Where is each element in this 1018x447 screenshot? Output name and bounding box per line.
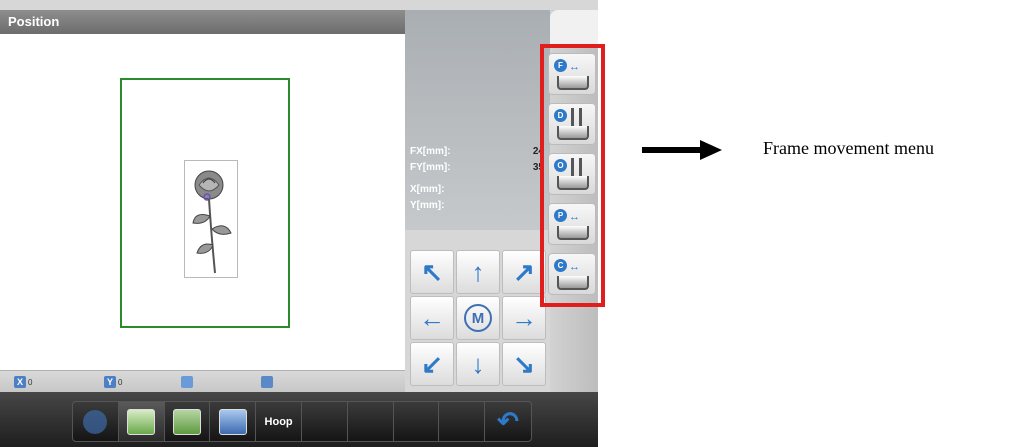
arrow-up-icon: ↑ (471, 256, 485, 287)
y-offset-value: 0 (118, 377, 123, 387)
frame-movement-highlight (540, 44, 605, 307)
arrow-down-icon: ↓ (471, 348, 485, 379)
move-up-left-button[interactable]: ↖ (410, 250, 454, 294)
y-offset-status: Y 0 (104, 375, 122, 389)
move-down-right-button[interactable]: ↘ (502, 342, 546, 386)
move-left-button[interactable]: ← (410, 296, 454, 340)
pointer-arrow-head (700, 140, 722, 160)
direction-pad: ↖ ↑ ↗ ← M → ↙ ↓ ↘ (410, 250, 548, 388)
y-label: Y[mm]: (410, 200, 445, 211)
machine-screen: Position X 0 Y 0 FX[mm]: 24 FY[mm]: 35 X… (0, 0, 598, 447)
move-down-button[interactable]: ↓ (456, 342, 500, 386)
x-label: X[mm]: (410, 184, 445, 195)
back-button[interactable]: ↶ (485, 402, 531, 441)
arrow-left-icon: ← (419, 302, 445, 333)
frame-view-button[interactable] (73, 402, 119, 441)
empty-slot-3[interactable] (394, 402, 440, 441)
bottom-toolbar: Hoop ↶ (72, 401, 532, 442)
arrow-up-right-icon: ↗ (513, 256, 535, 287)
bottom-bar: Hoop ↶ (0, 392, 598, 447)
y-icon: Y (104, 376, 116, 388)
window-title: Position (0, 10, 405, 34)
frame-view-icon (83, 409, 108, 434)
blue-frame-icon (218, 408, 247, 435)
arrow-down-right-icon: ↘ (513, 348, 535, 379)
picture-button[interactable] (165, 402, 211, 441)
fy-label: FY[mm]: (410, 162, 451, 173)
landscape-button[interactable] (118, 402, 165, 441)
rose-design-icon (192, 170, 232, 274)
position-info-panel: FX[mm]: 24 FY[mm]: 35 X[mm]: Y[mm]: (405, 10, 550, 230)
hoop-label: Hoop (264, 415, 293, 428)
empty-slot-1[interactable] (302, 402, 348, 441)
blue-frame-button[interactable] (210, 402, 257, 441)
x-offset-value: 0 (28, 377, 33, 387)
direction-panel: ↖ ↑ ↗ ← M → ↙ ↓ ↘ (405, 230, 550, 392)
hoop-button[interactable]: Hoop (256, 402, 302, 441)
arrow-down-left-icon: ↙ (421, 348, 443, 379)
move-down-left-button[interactable]: ↙ (410, 342, 454, 386)
landscape-icon (127, 408, 156, 435)
undo-arrow-icon: ↶ (497, 406, 519, 436)
center-m-icon: M (464, 304, 492, 332)
status-strip: X 0 Y 0 (0, 370, 405, 393)
move-center-button[interactable]: M (456, 296, 500, 340)
arrow-up-left-icon: ↖ (421, 256, 443, 287)
pointer-arrow-shaft (642, 147, 702, 153)
hoop-status (261, 375, 273, 389)
x-offset-status: X 0 (14, 375, 32, 389)
empty-slot-4[interactable] (439, 402, 486, 441)
empty-slot-2[interactable] (348, 402, 394, 441)
hoop-icon (261, 376, 273, 388)
arrow-right-icon: → (511, 302, 537, 333)
toolbar-tab[interactable] (550, 10, 598, 46)
frame-movement-caption: Frame movement menu (763, 138, 934, 158)
embroidery-design[interactable] (184, 160, 238, 278)
x-icon: X (14, 376, 26, 388)
move-up-button[interactable]: ↑ (456, 250, 500, 294)
page-icon (181, 376, 193, 388)
page-status (181, 375, 193, 389)
fx-label: FX[mm]: (410, 146, 451, 157)
picture-icon (172, 408, 201, 435)
